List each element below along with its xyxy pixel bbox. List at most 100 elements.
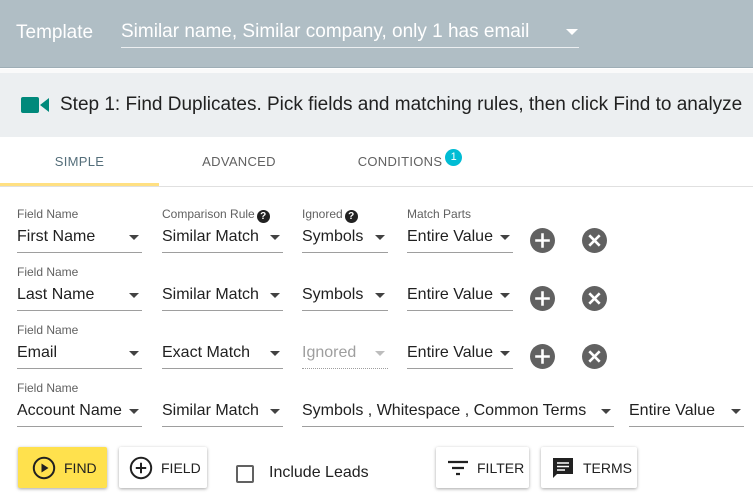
comparison-rule-select[interactable]: Similar Match xyxy=(162,399,283,427)
include-leads-checkbox[interactable] xyxy=(236,465,254,483)
filter-button[interactable]: FILTER xyxy=(436,447,529,488)
ignored-select[interactable]: Symbols , Whitespace , Common Terms xyxy=(302,399,614,427)
template-label: Template xyxy=(16,22,94,43)
template-select[interactable]: Similar name, Similar company, only 1 ha… xyxy=(121,18,579,48)
find-button[interactable]: FIND xyxy=(18,447,107,488)
tab-advanced[interactable]: ADVANCED xyxy=(159,137,319,186)
field-name-label: Field Name xyxy=(17,323,79,337)
chevron-down-icon xyxy=(129,409,139,414)
chevron-down-icon xyxy=(375,351,385,356)
add-field-button-label: FIELD xyxy=(161,460,201,476)
template-bar: Template Similar name, Similar company, … xyxy=(0,0,753,68)
field-name-label: Field Name xyxy=(17,265,79,279)
match-parts-select[interactable]: Entire Value xyxy=(629,399,744,427)
match-parts-select[interactable]: Entire Value xyxy=(407,283,513,311)
add-field-button[interactable]: FIELD xyxy=(119,447,207,488)
tab-conditions[interactable]: CONDITIONS 1 xyxy=(340,137,480,186)
field-select[interactable]: Account Name xyxy=(17,399,142,427)
ignored-select[interactable]: Ignored xyxy=(302,341,388,369)
add-rule-button[interactable] xyxy=(530,344,555,369)
close-icon xyxy=(588,350,601,363)
ignored-value: Symbols xyxy=(302,286,364,303)
help-icon[interactable]: ? xyxy=(344,210,358,223)
terms-button[interactable]: TERMS xyxy=(541,447,637,488)
match-parts-value: Entire Value xyxy=(629,402,715,419)
ignored-placeholder: Ignored xyxy=(302,344,357,361)
template-caret-icon xyxy=(566,29,578,35)
comparison-rule-label-text: Comparison Rule xyxy=(162,207,255,221)
plus-icon xyxy=(535,291,550,306)
field-select-value: First Name xyxy=(17,228,96,245)
tab-bar: SIMPLE ADVANCED CONDITIONS 1 xyxy=(0,137,753,187)
include-leads-label: Include Leads xyxy=(269,464,369,481)
comparison-rule-label: Comparison Rule? xyxy=(162,207,270,223)
template-select-value: Similar name, Similar company, only 1 ha… xyxy=(121,21,530,42)
tab-simple[interactable]: SIMPLE xyxy=(0,137,159,186)
tab-simple-label: SIMPLE xyxy=(54,154,105,169)
field-select[interactable]: Last Name xyxy=(17,283,142,311)
step-banner: Step 1: Find Duplicates. Pick fields and… xyxy=(0,73,753,137)
comment-icon xyxy=(553,458,573,478)
close-icon xyxy=(588,234,601,247)
match-parts-select[interactable]: Entire Value xyxy=(407,225,513,253)
ignored-select[interactable]: Symbols xyxy=(302,225,388,253)
ignored-label-text: Ignored xyxy=(302,207,343,221)
chevron-down-icon xyxy=(731,409,741,414)
ignored-select[interactable]: Symbols xyxy=(302,283,388,311)
chevron-down-icon xyxy=(270,409,280,414)
video-camera-icon xyxy=(21,97,49,113)
plus-icon xyxy=(535,233,550,248)
match-parts-label: Match Parts xyxy=(407,207,472,221)
add-rule-button[interactable] xyxy=(530,228,555,253)
chevron-down-icon xyxy=(375,293,385,298)
field-select-value: Email xyxy=(17,344,58,361)
help-icon[interactable]: ? xyxy=(256,210,270,223)
comparison-rule-select[interactable]: Similar Match xyxy=(162,283,283,311)
filter-button-label: FILTER xyxy=(477,460,525,476)
match-parts-value: Entire Value xyxy=(407,344,493,361)
tab-conditions-label: CONDITIONS xyxy=(357,154,443,169)
match-parts-select[interactable]: Entire Value xyxy=(407,341,513,369)
chevron-down-icon xyxy=(500,351,510,356)
field-select[interactable]: Email xyxy=(17,341,142,369)
comparison-rule-select[interactable]: Similar Match xyxy=(162,225,283,253)
comparison-rule-select[interactable]: Exact Match xyxy=(162,341,283,369)
field-select-value: Last Name xyxy=(17,286,95,303)
add-rule-button[interactable] xyxy=(530,286,555,311)
chevron-down-icon xyxy=(129,293,139,298)
add-circle-icon xyxy=(129,456,153,480)
play-circle-icon xyxy=(32,456,56,480)
chevron-down-icon xyxy=(500,235,510,240)
chevron-down-icon xyxy=(270,293,280,298)
comparison-rule-value: Similar Match xyxy=(162,402,259,419)
field-select[interactable]: First Name xyxy=(17,225,142,253)
active-tab-indicator xyxy=(0,183,159,186)
chevron-down-icon xyxy=(270,235,280,240)
ignored-value: Symbols xyxy=(302,228,364,245)
remove-rule-button[interactable] xyxy=(582,286,607,311)
conditions-count-badge: 1 xyxy=(445,149,463,166)
field-select-value: Account Name xyxy=(17,402,122,419)
field-name-label: Field Name xyxy=(17,381,79,395)
ignored-value: Symbols , Whitespace , Common Terms xyxy=(302,402,587,419)
chevron-down-icon xyxy=(375,235,385,240)
comparison-rule-value: Exact Match xyxy=(162,344,251,361)
match-parts-value: Entire Value xyxy=(407,228,493,245)
comparison-rule-value: Similar Match xyxy=(162,286,259,303)
plus-icon xyxy=(535,349,550,364)
find-button-label: FIND xyxy=(64,460,97,476)
terms-button-label: TERMS xyxy=(583,460,632,476)
match-parts-value: Entire Value xyxy=(407,286,493,303)
comparison-rule-value: Similar Match xyxy=(162,228,259,245)
tab-advanced-label: ADVANCED xyxy=(202,154,276,169)
close-icon xyxy=(588,292,601,305)
chevron-down-icon xyxy=(129,351,139,356)
ignored-label: Ignored? xyxy=(302,207,358,223)
chevron-down-icon xyxy=(270,351,280,356)
remove-rule-button[interactable] xyxy=(582,344,607,369)
remove-rule-button[interactable] xyxy=(582,228,607,253)
chevron-down-icon xyxy=(500,293,510,298)
field-name-label: Field Name xyxy=(17,207,79,221)
chevron-down-icon xyxy=(129,235,139,240)
step-text: Step 1: Find Duplicates. Pick fields and… xyxy=(60,94,743,115)
